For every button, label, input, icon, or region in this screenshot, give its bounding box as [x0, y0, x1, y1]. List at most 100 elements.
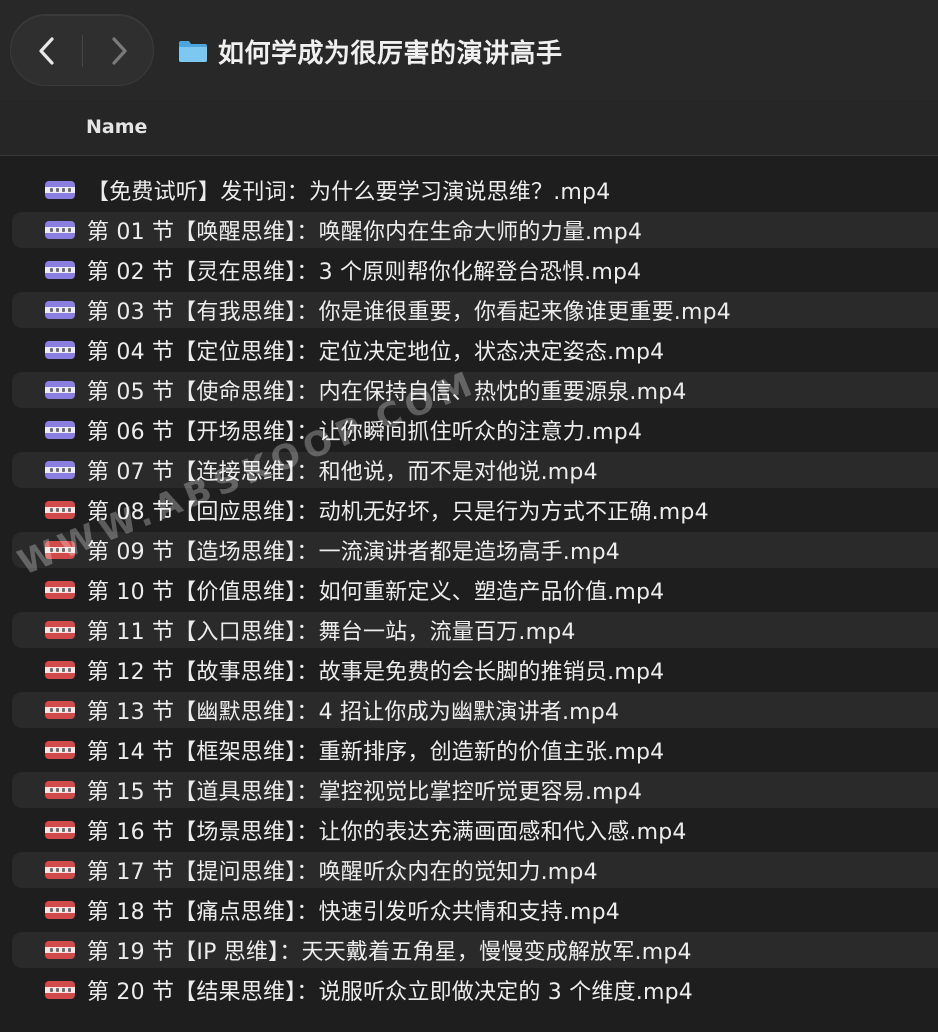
icon-dot — [62, 508, 65, 512]
video-file-icon — [45, 821, 75, 839]
icon-dot — [56, 468, 59, 472]
file-row[interactable]: 第 12 节【故事思维】：故事是免费的会长脚的推销员.mp4 — [0, 650, 938, 690]
icon-dot — [68, 828, 71, 832]
icon-dot — [68, 388, 71, 392]
forward-button[interactable] — [83, 15, 155, 87]
icon-dot — [62, 228, 65, 232]
icon-dot — [68, 948, 71, 952]
icon-dot — [62, 548, 65, 552]
file-name: 第 12 节【故事思维】：故事是免费的会长脚的推销员.mp4 — [87, 660, 665, 685]
icon-dot — [50, 908, 53, 912]
file-name: 第 03 节【有我思维】：你是谁很重要，你看起来像谁更重要.mp4 — [87, 300, 731, 325]
icon-dot — [50, 708, 53, 712]
icon-dot — [68, 908, 71, 912]
file-name: 第 09 节【造场思维】：一流演讲者都是造场高手.mp4 — [87, 540, 620, 565]
icon-dot — [62, 868, 65, 872]
icon-dot — [62, 588, 65, 592]
file-row[interactable]: 第 13 节【幽默思维】：4 招让你成为幽默演讲者.mp4 — [0, 690, 938, 730]
icon-dot — [62, 628, 65, 632]
icon-dot — [50, 308, 53, 312]
video-file-icon — [45, 301, 75, 319]
icon-dot — [56, 588, 59, 592]
video-file-icon — [45, 741, 75, 759]
chevron-left-icon — [39, 37, 54, 65]
icon-dot — [50, 588, 53, 592]
icon-dot — [62, 428, 65, 432]
file-row[interactable]: 第 14 节【框架思维】：重新排序，创造新的价值主张.mp4 — [0, 730, 938, 770]
file-name: 第 02 节【灵在思维】：3 个原则帮你化解登台恐惧.mp4 — [87, 260, 642, 285]
file-row[interactable]: 第 11 节【入口思维】：舞台一站，流量百万.mp4 — [0, 610, 938, 650]
icon-dot — [50, 988, 53, 992]
file-row[interactable]: 第 02 节【灵在思维】：3 个原则帮你化解登台恐惧.mp4 — [0, 250, 938, 290]
file-name: 第 18 节【痛点思维】：快速引发听众共情和支持.mp4 — [87, 900, 620, 925]
file-row[interactable]: 第 08 节【回应思维】：动机无好坏，只是行为方式不正确.mp4 — [0, 490, 938, 530]
icon-dot — [68, 628, 71, 632]
icon-dot — [50, 548, 53, 552]
file-row[interactable]: 第 19 节【IP 思维】：天天戴着五角星，慢慢变成解放军.mp4 — [0, 930, 938, 970]
icon-dot — [56, 668, 59, 672]
video-file-icon — [45, 461, 75, 479]
file-name: 第 05 节【使命思维】：内在保持自信、热忱的重要源泉.mp4 — [87, 380, 687, 405]
file-name: 第 19 节【IP 思维】：天天戴着五角星，慢慢变成解放军.mp4 — [87, 940, 692, 965]
icon-dot — [62, 668, 65, 672]
file-row[interactable]: 第 15 节【道具思维】：掌控视觉比掌控听觉更容易.mp4 — [0, 770, 938, 810]
finder-window: W W 如何学成为很厉害的演讲高手 Name 【免费试 — [0, 0, 938, 1032]
icon-dot — [68, 228, 71, 232]
icon-dot — [62, 188, 65, 192]
icon-dot — [62, 268, 65, 272]
icon-dot — [50, 788, 53, 792]
video-file-icon — [45, 981, 75, 999]
icon-dot — [56, 708, 59, 712]
icon-dot — [68, 308, 71, 312]
icon-dot — [62, 388, 65, 392]
file-row[interactable]: 第 07 节【连接思维】：和他说，而不是对他说.mp4 — [0, 450, 938, 490]
icon-dot — [62, 308, 65, 312]
icon-dot — [62, 908, 65, 912]
title-bar: 如何学成为很厉害的演讲高手 — [0, 0, 938, 100]
file-row[interactable]: 第 20 节【结果思维】：说服听众立即做决定的 3 个维度.mp4 — [0, 970, 938, 1010]
icon-dot — [68, 348, 71, 352]
file-row[interactable]: 第 17 节【提问思维】：唤醒听众内在的觉知力.mp4 — [0, 850, 938, 890]
video-file-icon — [45, 621, 75, 639]
icon-dot — [50, 628, 53, 632]
file-row[interactable]: 第 16 节【场景思维】：让你的表达充满画面感和代入感.mp4 — [0, 810, 938, 850]
file-row[interactable]: 第 09 节【造场思维】：一流演讲者都是造场高手.mp4 — [0, 530, 938, 570]
file-row[interactable]: 第 05 节【使命思维】：内在保持自信、热忱的重要源泉.mp4 — [0, 370, 938, 410]
video-file-icon — [45, 381, 75, 399]
back-button[interactable] — [11, 15, 83, 87]
file-row[interactable]: 第 01 节【唤醒思维】：唤醒你内在生命大师的力量.mp4 — [0, 210, 938, 250]
icon-dot — [56, 788, 59, 792]
file-name: 第 04 节【定位思维】：定位决定地位，状态决定姿态.mp4 — [87, 340, 665, 365]
file-row[interactable]: 第 10 节【价值思维】：如何重新定义、塑造产品价值.mp4 — [0, 570, 938, 610]
icon-dot — [56, 308, 59, 312]
icon-dot — [68, 708, 71, 712]
file-row[interactable]: 第 06 节【开场思维】：让你瞬间抓住听众的注意力.mp4 — [0, 410, 938, 450]
chevron-right-icon — [112, 37, 127, 65]
icon-dot — [50, 468, 53, 472]
icon-dot — [50, 508, 53, 512]
icon-dot — [56, 748, 59, 752]
icon-dot — [62, 348, 65, 352]
column-name-header[interactable]: Name — [86, 116, 147, 138]
icon-dot — [56, 428, 59, 432]
file-name: 第 14 节【框架思维】：重新排序，创造新的价值主张.mp4 — [87, 740, 665, 765]
icon-dot — [62, 468, 65, 472]
icon-dot — [50, 748, 53, 752]
file-row[interactable]: 【免费试听】发刊词：为什么要学习演说思维？.mp4 — [0, 170, 938, 210]
file-name: 【免费试听】发刊词：为什么要学习演说思维？.mp4 — [87, 180, 611, 205]
icon-dot — [68, 508, 71, 512]
icon-dot — [50, 388, 53, 392]
file-row[interactable]: 第 03 节【有我思维】：你是谁很重要，你看起来像谁更重要.mp4 — [0, 290, 938, 330]
file-row[interactable]: 第 18 节【痛点思维】：快速引发听众共情和支持.mp4 — [0, 890, 938, 930]
icon-dot — [68, 668, 71, 672]
icon-dot — [62, 708, 65, 712]
icon-dot — [68, 788, 71, 792]
video-file-icon — [45, 221, 75, 239]
video-file-icon — [45, 421, 75, 439]
icon-dot — [56, 948, 59, 952]
icon-dot — [56, 188, 59, 192]
page-title: 如何学成为很厉害的演讲高手 — [218, 38, 563, 69]
file-name: 第 20 节【结果思维】：说服听众立即做决定的 3 个维度.mp4 — [87, 980, 693, 1005]
file-row[interactable]: 第 04 节【定位思维】：定位决定地位，状态决定姿态.mp4 — [0, 330, 938, 370]
video-file-icon — [45, 501, 75, 519]
